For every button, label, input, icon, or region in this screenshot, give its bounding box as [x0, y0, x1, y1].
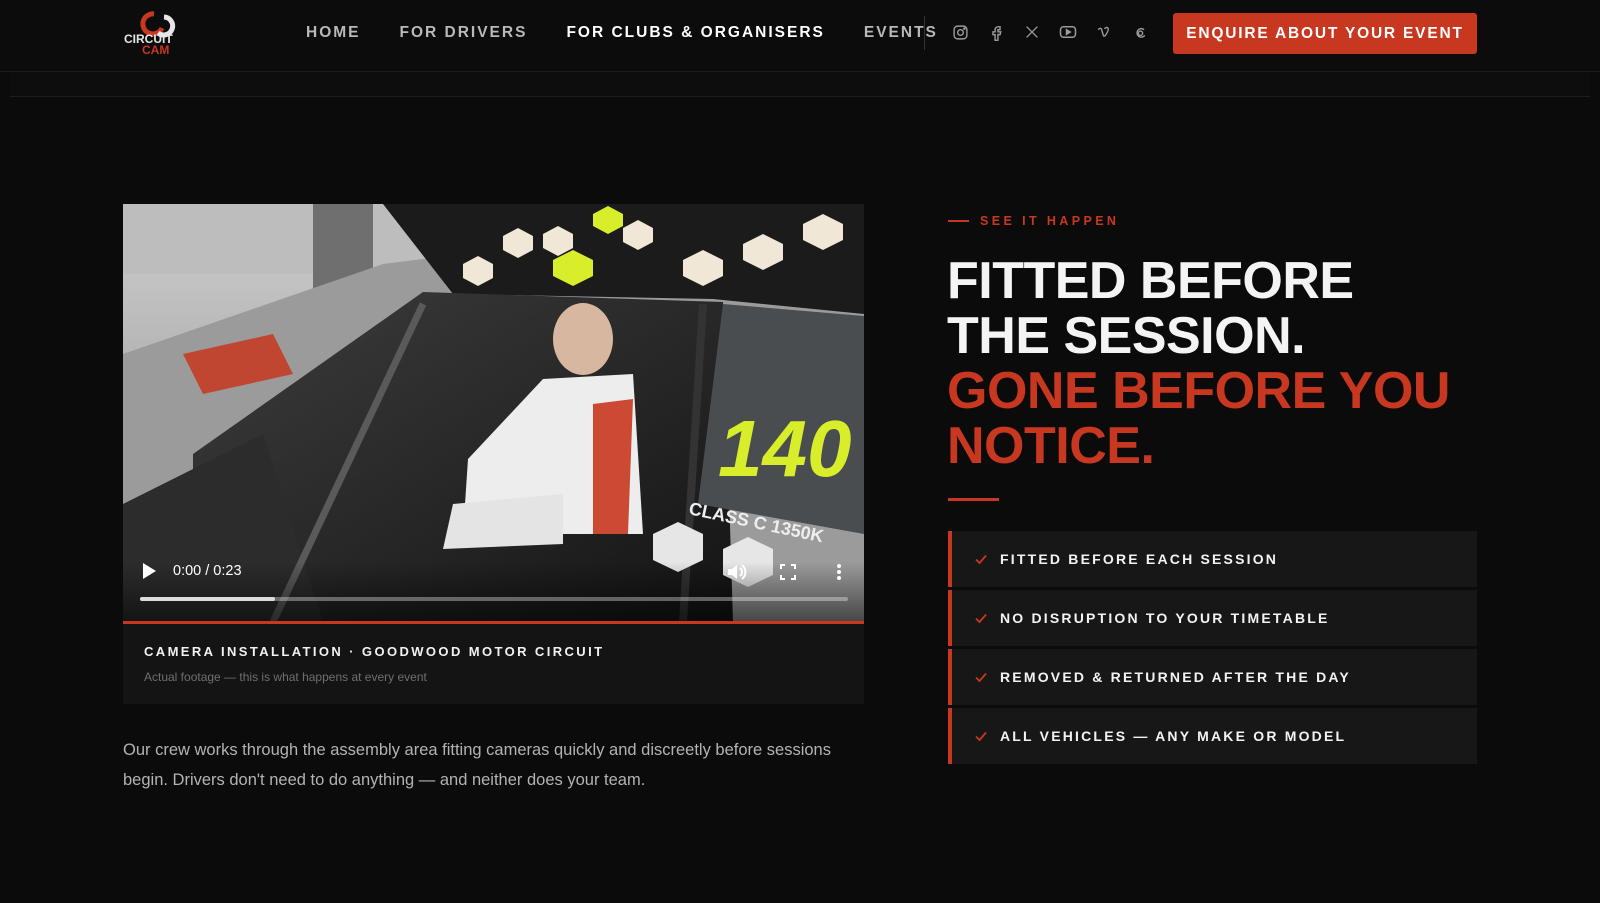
feature-label: FITTED BEFORE EACH SESSION [1000, 551, 1279, 567]
video-frame: 140 CLASS C 1350K [123, 204, 864, 622]
headline-line-4: NOTICE. [947, 417, 1155, 475]
check-icon [975, 672, 987, 683]
facebook-icon[interactable] [986, 22, 1006, 42]
feature-list: FITTED BEFORE EACH SESSION NO DISRUPTION… [948, 531, 1477, 767]
section-headline: FITTED BEFORE THE SESSION. GONE BEFORE Y… [947, 254, 1450, 474]
video-player[interactable]: 140 CLASS C 1350K 0:00 / 0:23 [123, 204, 864, 622]
video-progress-fill [140, 597, 275, 601]
check-icon [975, 731, 987, 742]
youtube-icon[interactable] [1058, 22, 1078, 42]
nav-for-clubs-organisers[interactable]: FOR CLUBS & ORGANISERS [566, 24, 824, 42]
circuit-cam-logo[interactable]: CIRCUIT CAM [124, 11, 186, 55]
play-icon[interactable] [141, 562, 157, 580]
section-eyebrow: SEE IT HAPPEN [948, 214, 1119, 228]
nav-events[interactable]: EVENTS [864, 24, 938, 42]
feature-label: ALL VEHICLES — ANY MAKE OR MODEL [1000, 728, 1347, 744]
volume-icon[interactable] [726, 562, 748, 582]
headline-line-2: THE SESSION. [947, 307, 1306, 365]
caption-subtitle: Actual footage — this is what happens at… [144, 670, 427, 684]
feature-item: ALL VEHICLES — ANY MAKE OR MODEL [948, 708, 1477, 764]
feature-item: FITTED BEFORE EACH SESSION [948, 531, 1477, 587]
headline-line-3: GONE BEFORE YOU [947, 362, 1450, 420]
enquire-button[interactable]: ENQUIRE ABOUT YOUR EVENT [1173, 13, 1477, 54]
headline-line-1: FITTED BEFORE [947, 252, 1354, 310]
check-icon [975, 554, 987, 565]
check-icon [975, 613, 987, 624]
headline-accent-bar [948, 498, 999, 501]
nav-home[interactable]: HOME [306, 24, 361, 42]
feature-label: NO DISRUPTION TO YOUR TIMETABLE [1000, 610, 1330, 626]
video-progress-bar[interactable] [140, 597, 848, 601]
fullscreen-icon[interactable] [777, 562, 799, 582]
instagram-icon[interactable] [950, 22, 970, 42]
nav-for-drivers[interactable]: FOR DRIVERS [400, 24, 528, 42]
more-options-icon[interactable] [828, 562, 850, 582]
nav-divider [924, 16, 925, 50]
x-icon[interactable] [1022, 22, 1042, 42]
main-nav: HOME FOR DRIVERS FOR CLUBS & ORGANISERS … [306, 0, 977, 66]
social-links [950, 22, 1166, 42]
vimeo-icon[interactable] [1094, 22, 1114, 42]
sub-header-bar [10, 72, 1590, 97]
feature-item: NO DISRUPTION TO YOUR TIMETABLE [948, 590, 1477, 646]
video-caption: CAMERA INSTALLATION · GOODWOOD MOTOR CIR… [123, 624, 864, 704]
caption-title: CAMERA INSTALLATION · GOODWOOD MOTOR CIR… [144, 644, 605, 659]
intro-paragraph: Our crew works through the assembly area… [123, 741, 831, 789]
svg-text:CAM: CAM [142, 43, 169, 55]
feature-item: REMOVED & RETURNED AFTER THE DAY [948, 649, 1477, 705]
threads-icon[interactable] [1130, 22, 1150, 42]
video-time: 0:00 / 0:23 [173, 563, 242, 579]
eyebrow-text: SEE IT HAPPEN [980, 214, 1120, 228]
door-number: 140 [718, 404, 851, 493]
eyebrow-line [948, 220, 969, 222]
site-header: CIRCUIT CAM HOME FOR DRIVERS FOR CLUBS &… [0, 0, 1600, 72]
feature-label: REMOVED & RETURNED AFTER THE DAY [1000, 669, 1351, 685]
